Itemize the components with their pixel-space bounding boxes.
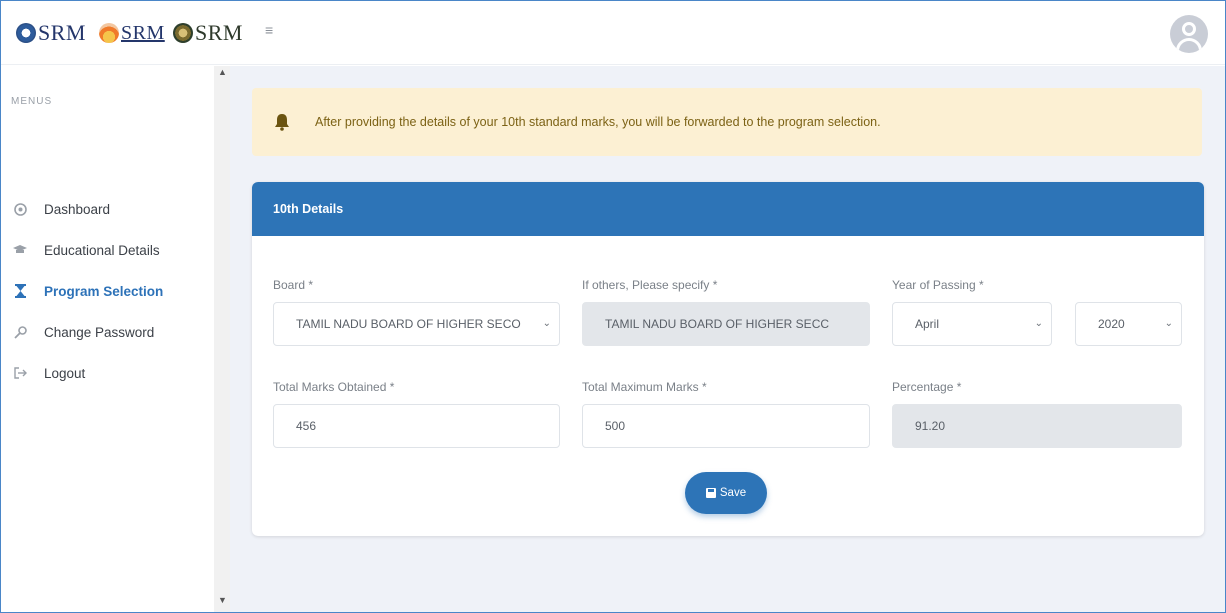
save-button[interactable]: Save (685, 472, 767, 514)
max-marks-label: Total Maximum Marks * (582, 380, 707, 394)
scroll-down-arrow-icon[interactable]: ▼ (218, 596, 227, 605)
sidebar-item-label: Dashboard (44, 201, 111, 217)
srm-emblem-icon (16, 23, 36, 43)
chevron-down-icon: ⌄ (1164, 318, 1173, 329)
others-input[interactable]: TAMIL NADU BOARD OF HIGHER SECC (582, 302, 870, 346)
logo-text: SRM (121, 21, 165, 44)
sidebar-item-label: Change Password (44, 324, 155, 340)
month-select-value: April (915, 317, 940, 331)
max-marks-label-text: Total Maximum Marks (582, 380, 699, 394)
chevron-down-icon: ⌄ (1034, 318, 1043, 329)
dashboard-icon (11, 201, 29, 217)
save-button-label: Save (719, 487, 747, 499)
bell-icon (272, 112, 292, 132)
others-input-value: TAMIL NADU BOARD OF HIGHER SECC (605, 317, 830, 331)
required-marker: * (712, 278, 718, 292)
sidebar-item-label: Logout (44, 365, 86, 381)
percentage-label: Percentage * (892, 380, 961, 394)
srm-logo-3[interactable]: SRM (173, 18, 243, 48)
info-alert: After providing the details of your 10th… (252, 88, 1202, 156)
card-title: 10th Details (252, 182, 1204, 236)
srm-seal-icon (173, 23, 193, 43)
board-label-text: Board (273, 278, 306, 292)
max-marks-input[interactable]: 500 (582, 404, 870, 448)
sidebar-item-label: Program Selection (44, 283, 164, 299)
max-marks-value: 500 (605, 419, 626, 433)
sidebar-title: MENUS (11, 96, 53, 107)
srm-sun-emblem-icon (99, 23, 119, 43)
sidebar-item-label: Educational Details (44, 242, 160, 258)
others-label-text: If others, Please specify (582, 278, 710, 292)
alert-message: After providing the details of your 10th… (315, 115, 881, 129)
required-marker: * (308, 278, 314, 292)
month-select[interactable]: April ⌄ (892, 302, 1052, 346)
required-marker: * (978, 278, 984, 292)
sidebar-item-change-password[interactable]: Change Password (11, 322, 154, 342)
top-header: SRM SRM SRM ≡ (1, 1, 1225, 65)
year-select-value: 2020 (1098, 317, 1125, 331)
sidebar: MENUS Dashboard Educational Details Prog… (1, 66, 215, 612)
year-select[interactable]: 2020 ⌄ (1075, 302, 1182, 346)
total-marks-label: Total Marks Obtained * (273, 380, 394, 394)
percentage-label-text: Percentage (892, 380, 954, 394)
hourglass-icon (11, 283, 29, 299)
year-label: Year of Passing * (892, 278, 984, 292)
total-marks-value: 456 (296, 419, 317, 433)
graduation-cap-icon (11, 242, 29, 258)
tenth-details-card: 10th Details Board * If others, Please s… (252, 182, 1204, 536)
others-label: If others, Please specify * (582, 278, 717, 292)
board-select[interactable]: TAMIL NADU BOARD OF HIGHER SECO ⌄ (273, 302, 560, 346)
logo-text: SRM (38, 20, 86, 45)
percentage-input[interactable]: 91.20 (892, 404, 1182, 448)
sidebar-item-educational-details[interactable]: Educational Details (11, 240, 160, 260)
board-select-value: TAMIL NADU BOARD OF HIGHER SECO (296, 317, 521, 331)
sidebar-item-dashboard[interactable]: Dashboard (11, 199, 110, 219)
user-avatar-icon[interactable] (1170, 15, 1208, 53)
scroll-up-arrow-icon[interactable]: ▲ (218, 68, 227, 77)
required-marker: * (389, 380, 395, 394)
percentage-value: 91.20 (915, 419, 946, 433)
sidebar-scrollbar[interactable]: ▲ ▼ (214, 66, 230, 612)
hamburger-icon[interactable]: ≡ (265, 23, 277, 37)
required-marker: * (956, 380, 962, 394)
floppy-disk-icon (705, 488, 716, 498)
logout-icon (11, 365, 29, 381)
avatar-head (1182, 22, 1196, 36)
year-label-text: Year of Passing (892, 278, 976, 292)
sidebar-item-program-selection[interactable]: Program Selection (11, 281, 163, 301)
total-marks-input[interactable]: 456 (273, 404, 560, 448)
required-marker: * (702, 380, 707, 394)
board-label: Board * (273, 278, 313, 292)
logo-text: SRM (195, 20, 243, 45)
srm-logo-1[interactable]: SRM (16, 18, 86, 48)
avatar-shoulders (1176, 38, 1202, 53)
chevron-down-icon: ⌄ (542, 318, 551, 329)
total-marks-label-text: Total Marks Obtained (273, 380, 387, 394)
key-icon (11, 324, 29, 340)
srm-logo-2[interactable]: SRM (99, 18, 165, 48)
sidebar-item-logout[interactable]: Logout (11, 363, 85, 383)
main-content: After providing the details of your 10th… (230, 66, 1225, 612)
